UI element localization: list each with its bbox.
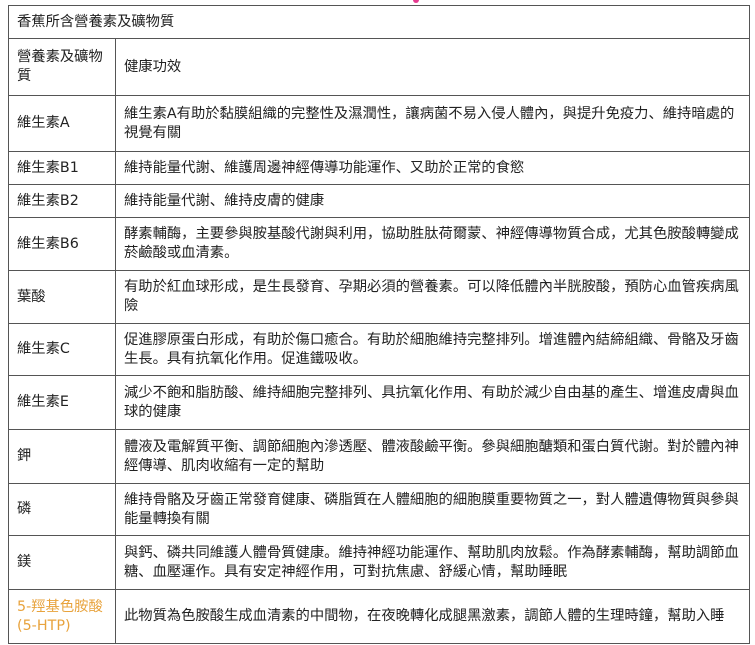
nutrient-name: 鎂: [8, 535, 116, 590]
table-row: 維生素E 減少不飽和脂肪酸、維持細胞完整排列、具抗氧化作用、有助於減少自由基的產…: [8, 375, 751, 430]
nutrient-benefit: 維持能量代謝、維持皮膚的健康: [114, 184, 751, 218]
nutrient-name: 維生素A: [8, 95, 116, 152]
table-title: 香蕉所含營養素及礦物質: [7, 5, 751, 39]
nutrient-name: 鉀: [8, 429, 116, 484]
nutrient-name: 磷: [8, 483, 116, 536]
table-row: 磷 維持骨骼及牙齒正常發育健康、磷脂質在人體細胞的細胞膜重要物質之一，對人體遺傳…: [8, 483, 751, 536]
table-header-row: 營養素及礦物質 健康功效: [8, 38, 751, 96]
nutrient-name-link[interactable]: 5-羥基色胺酸(5-HTP): [8, 589, 116, 644]
table-row: 維生素C 促進膠原蛋白形成，有助於傷口癒合。有助於細胞維持完整排列。增進體內結締…: [8, 323, 751, 376]
table-row: 葉酸 有助於紅血球形成，是生長發育、孕期必須的營養素。可以降低體內半胱胺酸，預防…: [8, 270, 751, 324]
nutrient-name: 葉酸: [8, 270, 116, 324]
header-benefit: 健康功效: [114, 38, 751, 96]
nutrient-benefit: 與鈣、磷共同維護人體骨質健康。維持神經功能運作、幫助肌肉放鬆。作為酵素輔酶，幫助…: [114, 535, 751, 590]
nutrient-table: 香蕉所含營養素及礦物質 營養素及礦物質 健康功效 維生素A 維生素A有助於黏膜組…: [7, 5, 751, 644]
nutrient-benefit: 減少不飽和脂肪酸、維持細胞完整排列、具抗氧化作用、有助於減少自由基的產生、增進皮…: [114, 375, 751, 430]
nutrient-benefit: 此物質為色胺酸生成血清素的中間物，在夜晚轉化成腿黑激素，調節人體的生理時鐘，幫助…: [114, 589, 751, 644]
nutrient-benefit: 體液及電解質平衡、調節細胞內滲透壓、體液酸鹼平衡。參與細胞醣類和蛋白質代謝。對於…: [114, 429, 751, 484]
table-row: 鉀 體液及電解質平衡、調節細胞內滲透壓、體液酸鹼平衡。參與細胞醣類和蛋白質代謝。…: [8, 429, 751, 484]
nutrient-benefit: 有助於紅血球形成，是生長發育、孕期必須的營養素。可以降低體內半胱胺酸，預防心血管…: [114, 270, 751, 324]
nutrient-name: 維生素C: [8, 323, 116, 376]
table-row: 5-羥基色胺酸(5-HTP) 此物質為色胺酸生成血清素的中間物，在夜晚轉化成腿黑…: [8, 589, 751, 644]
table-row: 鎂 與鈣、磷共同維護人體骨質健康。維持神經功能運作、幫助肌肉放鬆。作為酵素輔酶，…: [8, 535, 751, 590]
table-row: 維生素B2 維持能量代謝、維持皮膚的健康: [8, 184, 751, 218]
nutrient-benefit: 酵素輔酶，主要參與胺基酸代謝與利用，協助胜肽荷爾蒙、神經傳導物質合成，尤其色胺酸…: [114, 217, 751, 271]
nutrient-name: 維生素E: [8, 375, 116, 430]
nutrient-name: 維生素B1: [8, 151, 116, 185]
accent-mark: [413, 0, 419, 3]
nutrient-name: 維生素B6: [8, 217, 116, 271]
table-row: 維生素B1 維持能量代謝、維護周邊神經傳導功能運作、又助於正常的食慾: [8, 151, 751, 185]
nutrient-benefit: 維生素A有助於黏膜組織的完整性及濕潤性，讓病菌不易入侵人體內，與提升免疫力、維持…: [114, 95, 751, 152]
nutrient-benefit: 維持能量代謝、維護周邊神經傳導功能運作、又助於正常的食慾: [114, 151, 751, 185]
nutrient-benefit: 維持骨骼及牙齒正常發育健康、磷脂質在人體細胞的細胞膜重要物質之一，對人體遺傳物質…: [114, 483, 751, 536]
table-row: 維生素A 維生素A有助於黏膜組織的完整性及濕潤性，讓病菌不易入侵人體內，與提升免…: [8, 95, 751, 152]
header-nutrient: 營養素及礦物質: [8, 38, 116, 96]
table-row: 維生素B6 酵素輔酶，主要參與胺基酸代謝與利用，協助胜肽荷爾蒙、神經傳導物質合成…: [8, 217, 751, 271]
nutrient-name: 維生素B2: [8, 184, 116, 218]
nutrient-benefit: 促進膠原蛋白形成，有助於傷口癒合。有助於細胞維持完整排列。增進體內結締組織、骨骼…: [114, 323, 751, 376]
